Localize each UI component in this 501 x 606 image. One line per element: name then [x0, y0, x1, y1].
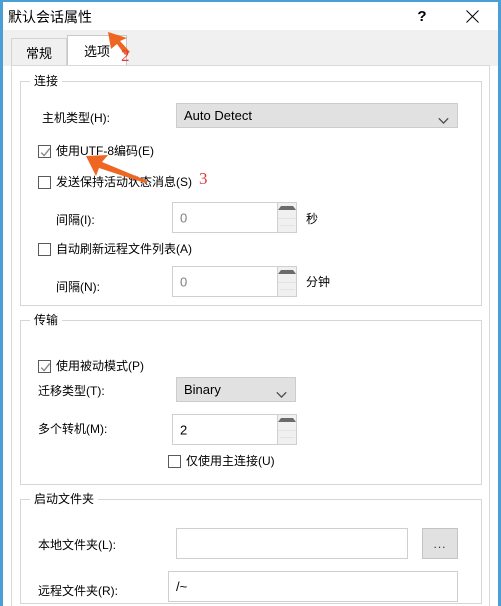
close-button[interactable]	[452, 2, 492, 30]
host-type-value: Auto Detect	[184, 108, 252, 123]
spinner-down-button[interactable]	[278, 281, 296, 297]
auto-refresh-checkbox-box	[38, 242, 51, 256]
dialog-window: 默认会话属性 ? 常规 选项 连接 主机类型(H): Auto Detect 使…	[0, 0, 501, 606]
annotation-step-2: 2	[121, 46, 130, 65]
remote-folder-label: 远程文件夹(R):	[38, 584, 118, 598]
multiple-transfers-spinner-buttons[interactable]	[277, 415, 296, 444]
group-transfer-title: 传输	[30, 313, 63, 327]
tab-general-label: 常规	[25, 46, 52, 61]
keepalive-interval-label: 间隔(I):	[56, 213, 95, 227]
keepalive-interval-spinner[interactable]: 0	[172, 202, 297, 233]
keepalive-spinner-buttons[interactable]	[277, 203, 296, 232]
transfer-type-combobox[interactable]: Binary	[176, 377, 296, 402]
refresh-interval-label: 间隔(N):	[56, 280, 100, 294]
transfer-type-label: 迁移类型(T):	[38, 384, 105, 398]
send-keepalive-checkbox-box	[38, 175, 51, 189]
help-icon: ?	[417, 7, 427, 25]
main-connection-only-checkbox-box	[168, 454, 181, 468]
keepalive-interval-unit: 秒	[306, 212, 319, 226]
host-type-combobox[interactable]: Auto Detect	[176, 103, 458, 128]
tab-general[interactable]: 常规	[11, 38, 67, 66]
window-left-border	[0, 0, 3, 606]
auto-refresh-checkbox[interactable]: 自动刷新远程文件列表(A)	[38, 241, 192, 257]
group-startup-folder-title: 启动文件夹	[30, 492, 99, 506]
chevron-down-icon	[438, 112, 449, 124]
keepalive-interval-value: 0	[180, 210, 188, 225]
refresh-interval-value: 0	[180, 274, 188, 289]
local-folder-input[interactable]	[176, 528, 408, 559]
multiple-transfers-label: 多个转机(M):	[38, 422, 108, 436]
main-connection-only-label: 仅使用主连接(U)	[186, 454, 275, 468]
spinner-up-button[interactable]	[278, 415, 296, 430]
remote-folder-value: /~	[176, 579, 188, 594]
refresh-interval-spinner[interactable]: 0	[172, 266, 297, 297]
tab-strip: 常规 选项	[3, 30, 498, 66]
remote-folder-input[interactable]: /~	[168, 571, 458, 602]
spinner-up-button[interactable]	[278, 203, 296, 218]
window-title: 默认会话属性	[8, 9, 92, 25]
passive-mode-checkbox[interactable]: 使用被动模式(P)	[38, 358, 144, 374]
help-button[interactable]: ?	[402, 2, 442, 30]
use-utf8-checkbox-box	[38, 144, 51, 158]
transfer-type-value: Binary	[184, 382, 221, 397]
close-icon	[465, 9, 479, 23]
group-connection-title: 连接	[30, 74, 63, 88]
annotation-step-3: 3	[199, 169, 208, 188]
check-icon	[40, 147, 51, 157]
spinner-up-button[interactable]	[278, 267, 296, 282]
multiple-transfers-value: 2	[180, 422, 188, 437]
passive-mode-label: 使用被动模式(P)	[56, 359, 144, 373]
local-folder-browse-label: ...	[433, 536, 447, 551]
auto-refresh-label: 自动刷新远程文件列表(A)	[56, 242, 192, 256]
annotation-arrow-utf8	[86, 155, 148, 183]
passive-mode-checkbox-box	[38, 359, 51, 373]
refresh-interval-unit: 分钟	[306, 275, 331, 289]
spinner-down-button[interactable]	[278, 217, 296, 233]
title-bar: 默认会话属性 ?	[3, 2, 498, 30]
check-icon	[40, 362, 51, 372]
chevron-down-icon	[276, 386, 287, 398]
multiple-transfers-spinner[interactable]: 2	[172, 414, 297, 445]
local-folder-browse-button[interactable]: ...	[422, 528, 458, 559]
host-type-label: 主机类型(H):	[42, 111, 110, 125]
local-folder-label: 本地文件夹(L):	[38, 538, 117, 552]
spinner-down-button[interactable]	[278, 429, 296, 445]
main-connection-only-checkbox[interactable]: 仅使用主连接(U)	[168, 453, 275, 469]
refresh-spinner-buttons[interactable]	[277, 267, 296, 296]
